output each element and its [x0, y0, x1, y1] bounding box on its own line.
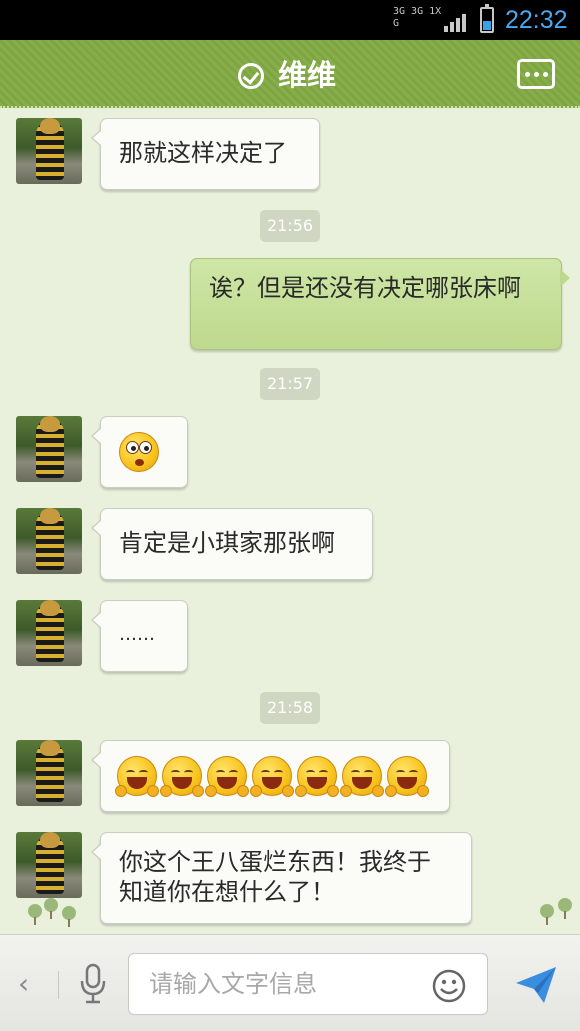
avatar[interactable] [16, 600, 82, 666]
avatar[interactable] [16, 740, 82, 806]
message-text: 肯定是小琪家那张啊 [119, 529, 335, 557]
divider [58, 971, 59, 999]
tree-decoration [540, 904, 554, 925]
avatar[interactable] [16, 508, 82, 574]
message-text: 诶？但是还没有决定哪张床啊 [209, 274, 521, 302]
laughing-face-icon [250, 756, 294, 797]
battery-icon [480, 4, 494, 33]
laughing-face-icon [340, 756, 384, 797]
smiley-icon[interactable] [432, 969, 466, 1003]
laughing-face-icon [385, 756, 429, 797]
chat-header: 维维 [0, 40, 580, 108]
tree-decoration [28, 904, 42, 925]
message-text: …… [119, 624, 155, 645]
avatar[interactable] [16, 118, 82, 184]
status-bar: 3G 3G 1X G 22:32 [0, 0, 580, 40]
message-bubble[interactable]: 你这个王八蛋烂东西！我终于知道你在想什么了！ [91, 832, 472, 924]
laughing-face-icon [205, 756, 249, 797]
message-bubble[interactable]: …… [91, 600, 188, 672]
avatar[interactable] [16, 416, 82, 482]
tree-decoration [44, 898, 58, 919]
message-text: 你这个王八蛋烂东西！我终于知道你在想什么了！ [119, 848, 431, 906]
microphone-icon[interactable] [78, 963, 108, 1005]
network-indicator: 3G 3G 1X G [393, 6, 442, 29]
shocked-face-icon [119, 432, 159, 472]
message-timestamp: 21:57 [260, 368, 320, 400]
signal-strength-icon [444, 12, 468, 32]
contact-name[interactable]: 维维 [278, 56, 336, 94]
laughing-face-icon [295, 756, 339, 797]
message-bubble[interactable]: 诶？但是还没有决定哪张床啊 [190, 258, 570, 350]
message-timestamp: 21:56 [260, 210, 320, 242]
tree-decoration [558, 898, 572, 919]
chevron-left-icon[interactable]: ‹ [18, 967, 40, 1001]
input-bar: ‹ [0, 934, 580, 1031]
status-clock: 22:32 [505, 6, 568, 34]
send-icon[interactable] [514, 965, 558, 1005]
message-bubble[interactable]: 肯定是小琪家那张啊 [91, 508, 373, 580]
message-bubble[interactable] [91, 740, 450, 812]
laughing-face-icon [115, 756, 159, 797]
tree-decoration [62, 906, 76, 927]
laughing-face-icon [160, 756, 204, 797]
avatar[interactable] [16, 832, 82, 898]
message-list[interactable]: 那就这样决定了 21:56 诶？但是还没有决定哪张床啊 21:57 肯定是小琪家… [0, 108, 580, 934]
check-circle-icon [238, 63, 264, 89]
message-text: 那就这样决定了 [119, 139, 287, 167]
message-bubble[interactable] [91, 416, 188, 488]
message-timestamp: 21:58 [260, 692, 320, 724]
message-bubble[interactable]: 那就这样决定了 [91, 118, 320, 190]
more-options-icon[interactable] [517, 59, 555, 89]
